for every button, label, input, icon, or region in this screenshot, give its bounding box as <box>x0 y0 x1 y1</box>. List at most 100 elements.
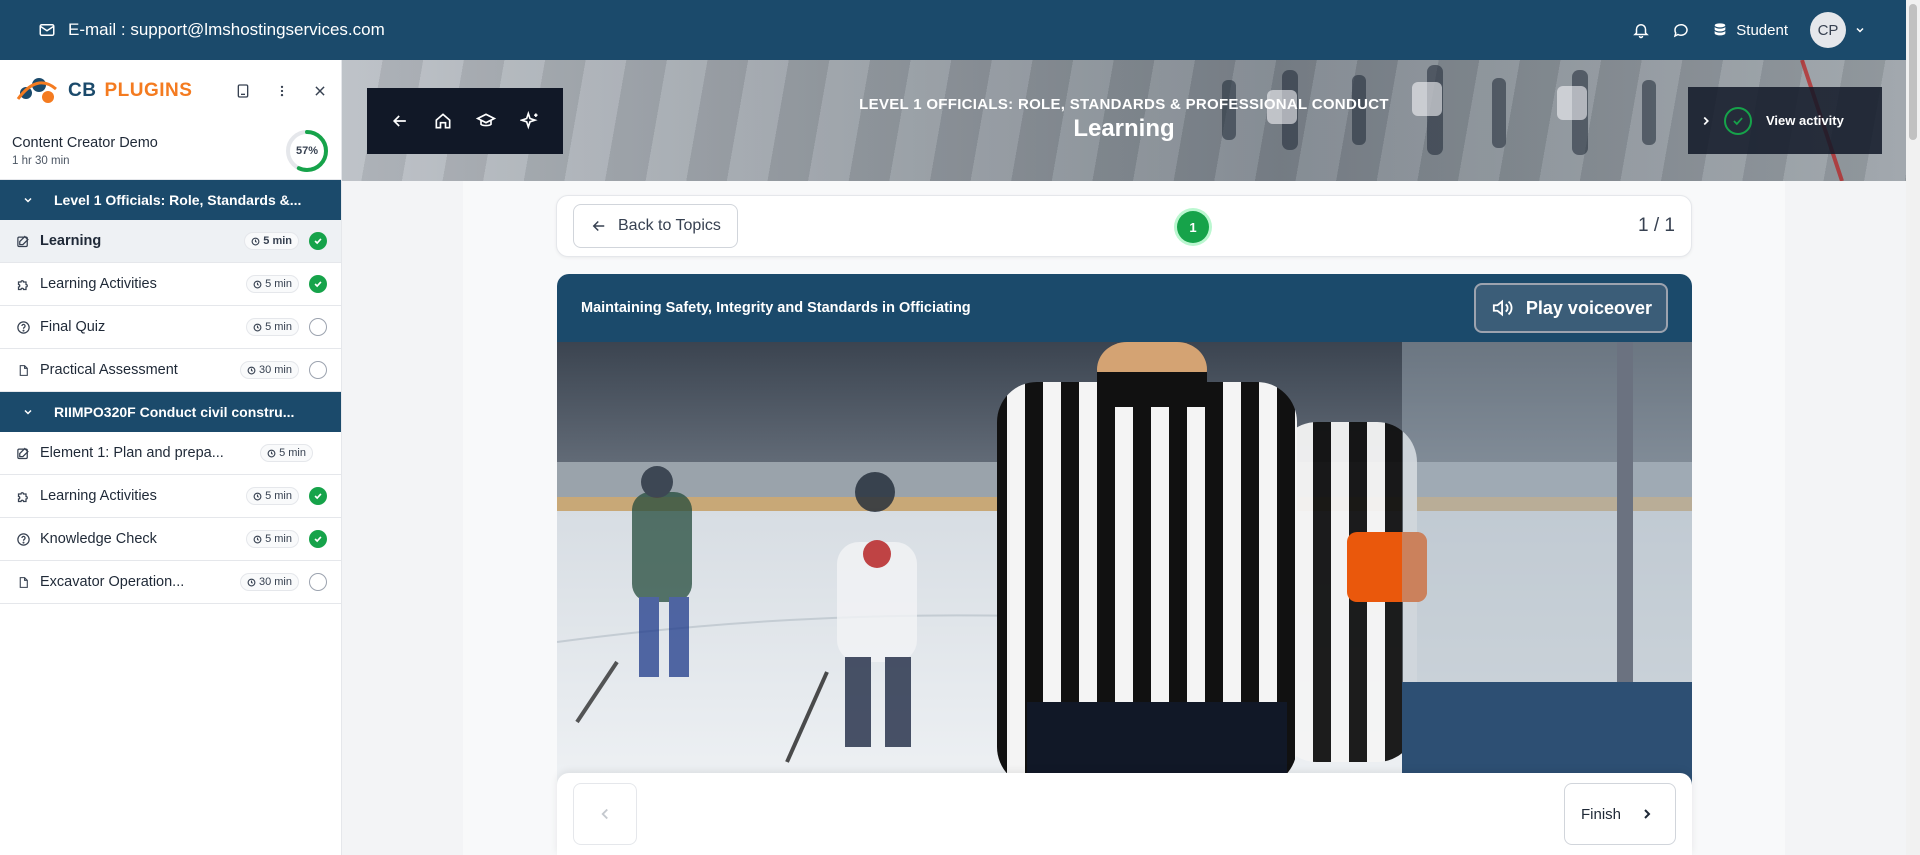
incomplete-circle-icon <box>309 573 327 591</box>
document-icon <box>14 575 32 590</box>
support-email-text: E-mail : support@lmshostingservices.com <box>68 20 385 39</box>
sidebar-item-label: Final Quiz <box>40 319 106 335</box>
section-title: RIIMPO320F Conduct civil constru... <box>54 404 295 420</box>
completed-check-icon <box>309 487 327 505</box>
duration-badge: 5 min <box>246 530 299 548</box>
cb-plugins-logo[interactable]: CB PLUGINS <box>14 75 192 107</box>
play-voiceover-button[interactable]: Play voiceover <box>1473 283 1668 333</box>
close-icon[interactable] <box>313 84 327 98</box>
back-to-topics-button[interactable]: Back to Topics <box>573 204 738 248</box>
topic-navigation-bar: Back to Topics 1 1 / 1 <box>556 195 1692 257</box>
duration-text: 30 min <box>258 576 292 588</box>
duration-text: 30 min <box>258 364 292 376</box>
logo-plugins-text: PLUGINS <box>104 80 193 101</box>
sidebar-item-learning-activities-2[interactable]: Learning Activities 5 min <box>0 475 341 518</box>
lesson-heading: LEVEL 1 OFFICIALS: ROLE, STANDARDS & PRO… <box>342 96 1906 143</box>
topic-card-header: Maintaining Safety, Integrity and Standa… <box>557 274 1692 342</box>
duration-badge: 30 min <box>239 573 299 591</box>
clock-icon <box>253 492 262 500</box>
duration-text: 5 min <box>265 533 292 545</box>
course-sidebar: CB PLUGINS Content Creator Demo 1 hr 30 … <box>0 60 342 855</box>
completed-check-icon <box>309 232 327 250</box>
duration-badge: 30 min <box>239 361 299 379</box>
document-icon <box>14 363 32 378</box>
bell-icon[interactable] <box>1632 21 1650 39</box>
database-icon <box>1714 23 1726 36</box>
sidebar-section-2[interactable]: RIIMPO320F Conduct civil constru... <box>0 392 341 432</box>
clock-icon <box>253 535 262 543</box>
topic-step-indicator[interactable]: 1 <box>1177 211 1209 243</box>
back-to-topics-label: Back to Topics <box>618 217 721 234</box>
topic-title: Maintaining Safety, Integrity and Standa… <box>581 300 971 316</box>
clock-icon <box>251 237 260 245</box>
lesson-banner: LEVEL 1 OFFICIALS: ROLE, STANDARDS & PRO… <box>342 60 1906 181</box>
edit-icon <box>14 446 32 461</box>
progress-ring: 57% <box>285 129 329 173</box>
sidebar-item-practical-assessment[interactable]: Practical Assessment 30 min <box>0 349 341 392</box>
logo-mark-icon <box>16 78 57 103</box>
sidebar-item-learning-activities[interactable]: Learning Activities 5 min <box>0 263 341 306</box>
course-name: Content Creator Demo <box>12 134 158 151</box>
edit-icon <box>14 234 32 249</box>
sidebar-header: CB PLUGINS <box>0 60 341 122</box>
sidebar-item-label: Practical Assessment <box>40 362 178 378</box>
sidebar-item-learning[interactable]: Learning 5 min <box>0 220 341 263</box>
duration-badge: 5 min <box>246 318 299 336</box>
view-activity-button[interactable]: View activity <box>1688 87 1882 154</box>
lesson-footer: Finish <box>557 773 1692 855</box>
role-label: Student <box>1736 21 1788 39</box>
duration-badge: 5 min <box>244 232 299 250</box>
clock-icon <box>247 366 256 374</box>
duration-text: 5 min <box>265 278 292 290</box>
section-title: Level 1 Officials: Role, Standards &... <box>54 192 302 208</box>
chevron-down-icon <box>24 409 32 415</box>
support-email[interactable]: E-mail : support@lmshostingservices.com <box>38 20 385 40</box>
incomplete-circle-icon <box>309 318 327 336</box>
role-switcher[interactable]: Student <box>1712 21 1788 39</box>
chevron-right-icon <box>1644 809 1651 819</box>
completed-check-icon <box>309 530 327 548</box>
course-duration: 1 hr 30 min <box>12 154 70 167</box>
page-scrollbar[interactable] <box>1906 0 1920 855</box>
clock-icon <box>247 578 256 586</box>
completed-check-icon <box>309 275 327 293</box>
more-vertical-icon[interactable] <box>275 83 289 99</box>
incomplete-circle-icon <box>309 361 327 379</box>
previous-button[interactable] <box>573 783 637 845</box>
sidebar-item-final-quiz[interactable]: Final Quiz 5 min <box>0 306 341 349</box>
chat-icon[interactable] <box>1672 21 1690 39</box>
sidebar-item-label: Learning <box>40 233 102 249</box>
sidebar-item-knowledge-check[interactable]: Knowledge Check 5 min <box>0 518 341 561</box>
progress-percent: 57% <box>295 144 319 157</box>
puzzle-icon <box>14 277 32 292</box>
clock-icon <box>267 449 276 457</box>
chevron-down-icon <box>24 197 32 203</box>
course-summary: Content Creator Demo 1 hr 30 min 57% <box>0 122 341 180</box>
duration-badge: 5 min <box>260 444 313 462</box>
chevron-right-icon <box>1688 114 1724 128</box>
lesson-subtitle: LEVEL 1 OFFICIALS: ROLE, STANDARDS & PRO… <box>859 96 1389 113</box>
sidebar-section-1[interactable]: Level 1 Officials: Role, Standards &... <box>0 180 341 220</box>
avatar: CP <box>1810 12 1846 48</box>
sidebar-item-label: Learning Activities <box>40 276 157 292</box>
scrollbar-thumb[interactable] <box>1909 4 1917 140</box>
sidebar-item-label: Learning Activities <box>40 488 157 504</box>
sidebar-item-label: Knowledge Check <box>40 531 157 547</box>
play-voiceover-label: Play voiceover <box>1525 297 1652 318</box>
chevron-down-icon <box>1856 27 1864 33</box>
duration-text: 5 min <box>263 235 292 247</box>
finish-button[interactable]: Finish <box>1563 783 1676 845</box>
top-bar: E-mail : support@lmshostingservices.com … <box>0 0 1906 60</box>
sidebar-item-element-1[interactable]: Element 1: Plan and prepa... 5 min <box>0 432 341 475</box>
lesson-title: Learning <box>1073 115 1175 142</box>
topic-card: Maintaining Safety, Integrity and Standa… <box>557 274 1692 855</box>
sidebar-item-label: Excavator Operation... <box>40 574 185 590</box>
sidebar-item-excavator-operation[interactable]: Excavator Operation... 30 min <box>0 561 341 604</box>
book-icon[interactable] <box>235 82 251 100</box>
speaker-icon <box>1492 299 1513 317</box>
user-menu[interactable]: CP <box>1810 12 1866 48</box>
duration-text: 5 min <box>279 447 306 459</box>
logo-cb-text: CB <box>68 80 97 101</box>
question-icon <box>14 320 32 335</box>
chevron-left-icon <box>601 808 608 820</box>
